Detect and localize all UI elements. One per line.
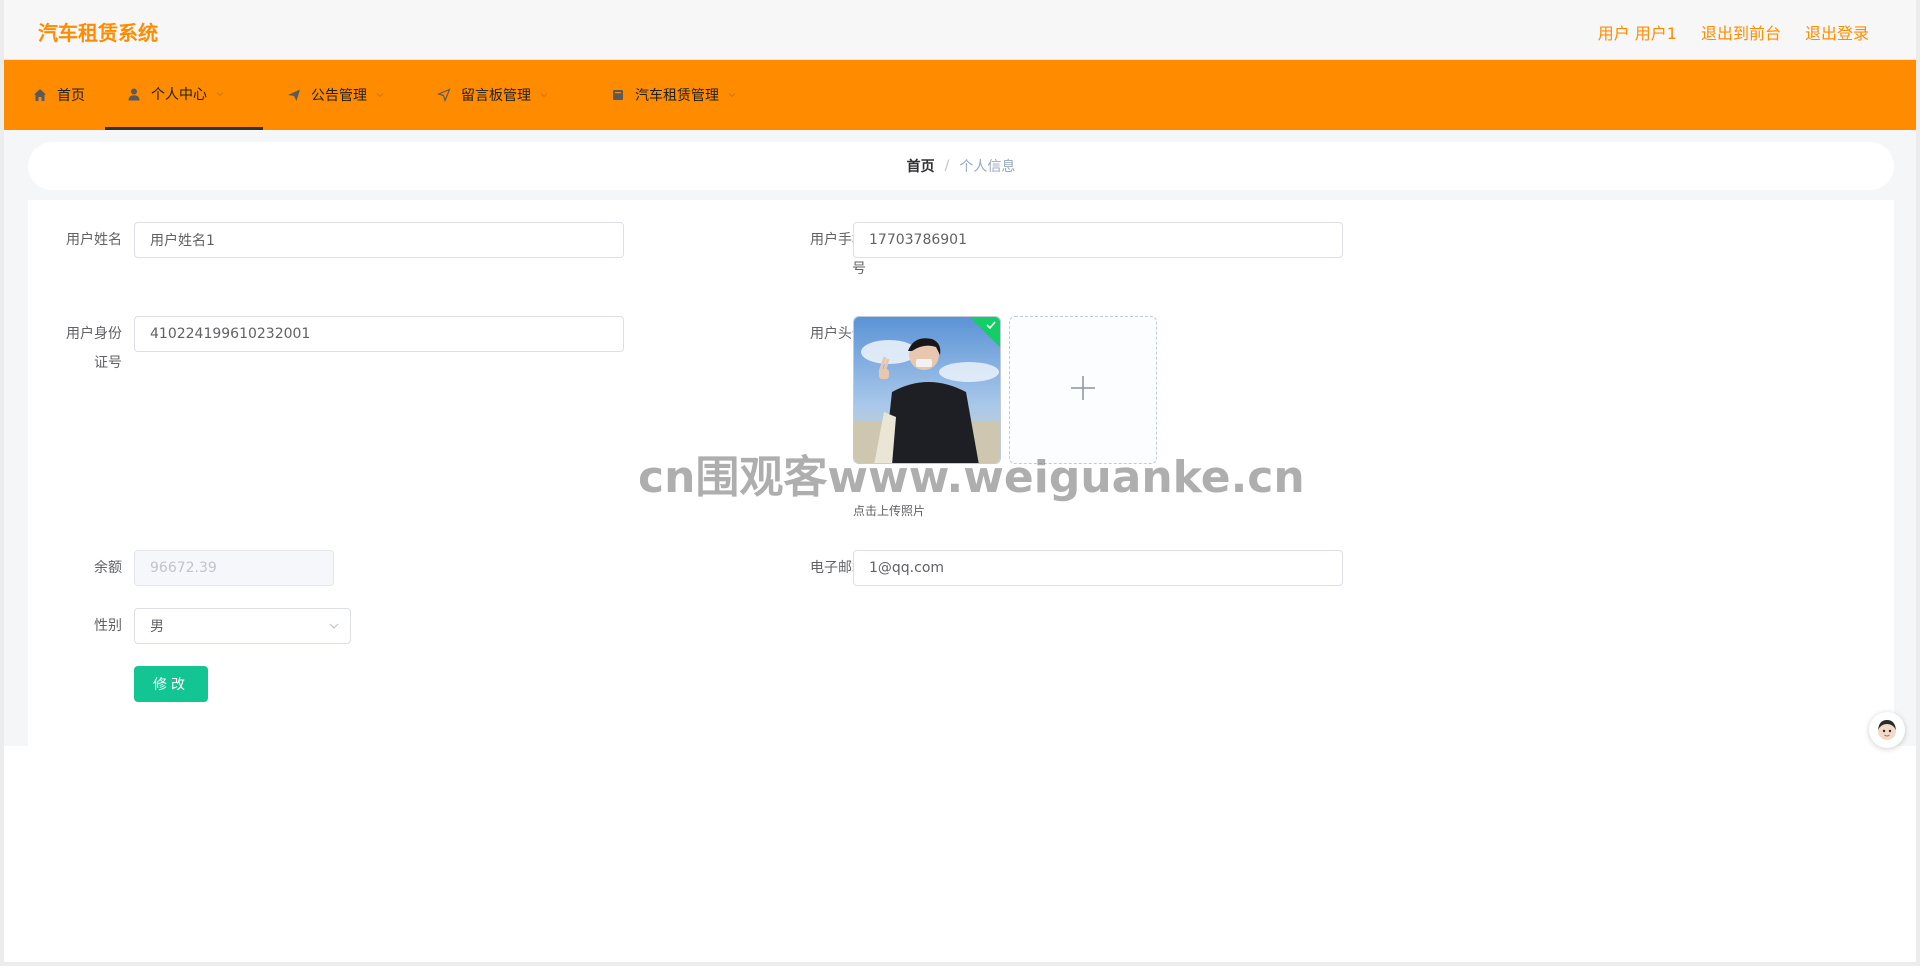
top-header: 汽车租赁系统 用户 用户1 退出到前台 退出登录 xyxy=(4,0,1916,60)
breadcrumb-current: 个人信息 xyxy=(959,159,1016,175)
phone-input[interactable]: 17703786901 xyxy=(853,222,1343,258)
chevron-down-icon xyxy=(727,90,737,100)
chevron-down-icon xyxy=(375,90,385,100)
assistant-face-icon xyxy=(1878,720,1896,740)
breadcrumb: 首页 / 个人信息 xyxy=(28,142,1894,190)
exit-to-front-link[interactable]: 退出到前台 xyxy=(1701,20,1781,44)
assistant-avatar-button[interactable] xyxy=(1869,712,1905,748)
send-icon xyxy=(285,86,303,104)
header-links: 用户 用户1 退出到前台 退出登录 xyxy=(1598,20,1869,44)
chevron-down-icon xyxy=(539,90,549,100)
balance-input-value: 96672.39 xyxy=(150,560,217,576)
nav-item-personal-center[interactable]: 个人中心 xyxy=(105,60,263,130)
app-title: 汽车租赁系统 xyxy=(38,21,158,45)
name-label: 用户姓名 xyxy=(66,232,122,248)
nav-item-label: 留言板管理 xyxy=(461,88,531,104)
home-icon xyxy=(31,86,49,104)
watermark: cn围观客www.weiguanke.cn xyxy=(638,452,1305,503)
breadcrumb-home[interactable]: 首页 xyxy=(907,156,935,176)
nav-item-home[interactable]: 首页 xyxy=(24,60,105,130)
submit-button[interactable]: 修改 xyxy=(134,666,208,702)
chevron-down-icon xyxy=(328,620,340,636)
idcard-input-value: 410224199610232001 xyxy=(150,326,311,342)
idcard-input[interactable]: 410224199610232001 xyxy=(134,316,624,352)
app-window: 汽车租赁系统 用户 用户1 退出到前台 退出登录 首页 个人中心 公告管理 留言… xyxy=(4,0,1916,962)
nav-item-label: 个人中心 xyxy=(151,86,207,103)
nav-item-car-rental[interactable]: 汽车租赁管理 xyxy=(587,60,761,130)
idcard-label: 用户身份 证号 xyxy=(52,316,122,374)
check-icon xyxy=(985,319,997,335)
breadcrumb-separator: / xyxy=(944,158,950,174)
logout-link[interactable]: 退出登录 xyxy=(1805,20,1869,44)
idcard-label-line1: 用户身份 xyxy=(66,326,122,342)
chevron-down-icon xyxy=(215,89,225,99)
email-input[interactable]: 1@qq.com xyxy=(853,550,1343,586)
gender-label: 性别 xyxy=(94,618,122,634)
book-icon xyxy=(609,86,627,104)
balance-label: 余额 xyxy=(94,560,122,576)
phone-input-value: 17703786901 xyxy=(869,232,967,248)
email-input-value: 1@qq.com xyxy=(869,560,945,576)
main-nav: 首页 个人中心 公告管理 留言板管理 汽车租赁管理 xyxy=(4,60,1916,130)
gender-select-value: 男 xyxy=(150,619,164,635)
phone-label-line2: 号 xyxy=(852,261,866,277)
name-input-value: 用户姓名1 xyxy=(150,233,215,249)
current-user-label[interactable]: 用户 用户1 xyxy=(1598,20,1677,44)
gender-select[interactable]: 男 xyxy=(134,608,351,644)
idcard-label-line2: 证号 xyxy=(94,355,122,371)
navigation-icon xyxy=(435,86,453,104)
balance-input: 96672.39 xyxy=(134,550,334,586)
plus-icon xyxy=(1069,374,1097,406)
name-input[interactable]: 用户姓名1 xyxy=(134,222,624,258)
user-icon xyxy=(125,85,143,103)
nav-item-label: 公告管理 xyxy=(311,88,367,104)
nav-item-message-board[interactable]: 留言板管理 xyxy=(413,60,587,130)
nav-item-label: 首页 xyxy=(57,88,85,104)
nav-item-label: 汽车租赁管理 xyxy=(635,88,719,104)
nav-item-announcement[interactable]: 公告管理 xyxy=(263,60,413,130)
